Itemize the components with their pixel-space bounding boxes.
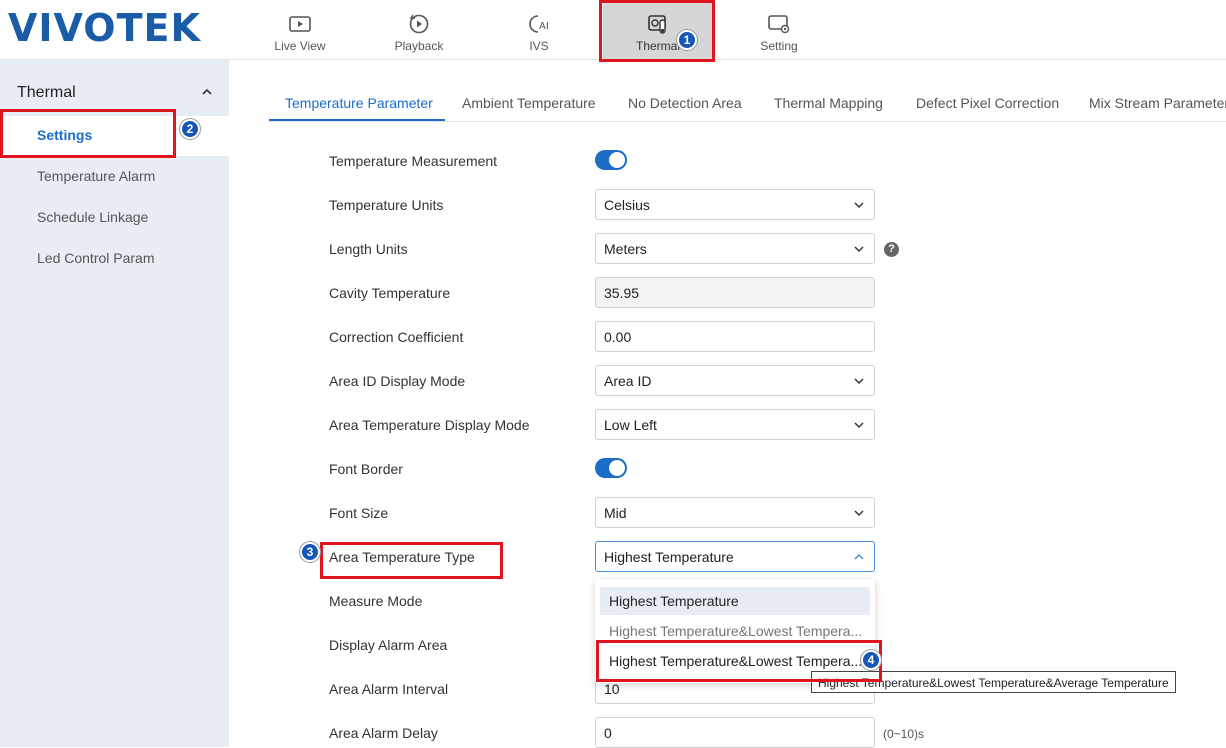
- length-units-value: Meters: [604, 241, 647, 257]
- tab-mix-stream-parameters[interactable]: Mix Stream Parameters: [1089, 80, 1226, 121]
- area-alarm-delay-label: Area Alarm Delay: [329, 725, 438, 741]
- area-temperature-type-select[interactable]: Highest Temperature: [595, 541, 875, 572]
- step-badge-2: 2: [180, 119, 200, 139]
- sidebar: Thermal Settings Temperature Alarm Sched…: [0, 60, 229, 747]
- nav-live-view-label: Live View: [274, 39, 326, 53]
- temperature-measurement-label: Temperature Measurement: [329, 153, 498, 169]
- chevron-up-icon: [854, 553, 864, 560]
- sidebar-item-led-control-param[interactable]: Led Control Param: [0, 239, 229, 279]
- area-temperature-display-mode-value: Low Left: [604, 417, 657, 433]
- sidebar-item-temperature-alarm[interactable]: Temperature Alarm: [0, 157, 229, 197]
- tab-defect-pixel-correction[interactable]: Defect Pixel Correction: [916, 80, 1059, 121]
- correction-coefficient-value: 0.00: [604, 329, 632, 345]
- help-icon[interactable]: ?: [884, 242, 899, 257]
- temperature-units-select[interactable]: Celsius: [595, 189, 875, 220]
- chevron-down-icon: [854, 202, 864, 209]
- measure-mode-label: Measure Mode: [329, 593, 423, 609]
- cavity-temperature-field: 35.95: [595, 277, 875, 308]
- area-alarm-interval-value: 10: [604, 681, 620, 697]
- nav-setting-label: Setting: [760, 39, 798, 53]
- temperature-units-value: Celsius: [604, 197, 650, 213]
- font-size-label: Font Size: [329, 505, 389, 521]
- setting-icon: [768, 15, 790, 34]
- area-alarm-interval-label: Area Alarm Interval: [329, 681, 449, 697]
- step-badge-4: 4: [861, 650, 881, 670]
- live-view-icon: [289, 16, 311, 32]
- cavity-temperature-label: Cavity Temperature: [329, 285, 451, 301]
- tab-ambient-temperature[interactable]: Ambient Temperature: [462, 80, 596, 121]
- highlight-box-thermal-nav: [599, 0, 715, 62]
- tab-temperature-parameter[interactable]: Temperature Parameter: [269, 80, 445, 121]
- correction-coefficient-label: Correction Coefficient: [329, 329, 464, 345]
- font-border-toggle[interactable]: [595, 458, 627, 478]
- highlight-box-option: [596, 640, 882, 682]
- toggle-knob: [609, 152, 625, 168]
- area-temperature-display-mode-select[interactable]: Low Left: [595, 409, 875, 440]
- chevron-up-icon: [202, 88, 212, 95]
- sidebar-item-schedule-linkage[interactable]: Schedule Linkage: [0, 198, 229, 238]
- sidebar-item-label: Temperature Alarm: [37, 168, 156, 184]
- ai-icon: AI: [529, 15, 549, 33]
- temperature-units-label: Temperature Units: [329, 197, 444, 213]
- tab-bar: Temperature Parameter Ambient Temperatur…: [269, 80, 1226, 122]
- chevron-down-icon: [854, 422, 864, 429]
- sidebar-item-label: Led Control Param: [37, 250, 155, 266]
- area-alarm-delay-input[interactable]: 0: [595, 717, 875, 748]
- sidebar-section-title: Thermal: [17, 84, 76, 101]
- tab-thermal-mapping[interactable]: Thermal Mapping: [774, 80, 883, 121]
- nav-ivs[interactable]: AI IVS: [484, 0, 594, 60]
- vivotek-logo: VIVOTEK: [8, 6, 201, 50]
- area-id-display-mode-label: Area ID Display Mode: [329, 373, 466, 389]
- nav-live-view[interactable]: Live View: [245, 0, 355, 60]
- toggle-knob: [609, 460, 625, 476]
- chevron-down-icon: [854, 378, 864, 385]
- sidebar-item-label: Schedule Linkage: [37, 209, 149, 225]
- highlight-box-settings: [0, 109, 176, 158]
- highlight-box-area-temperature-type: [320, 542, 503, 579]
- area-alarm-delay-value: 0: [604, 725, 612, 741]
- area-id-display-mode-value: Area ID: [604, 373, 652, 389]
- step-badge-3: 3: [300, 542, 320, 562]
- step-badge-1: 1: [677, 30, 697, 50]
- dropdown-option-highest[interactable]: Highest Temperature: [600, 587, 870, 615]
- length-units-label: Length Units: [329, 241, 408, 257]
- area-id-display-mode-select[interactable]: Area ID: [595, 365, 875, 396]
- area-alarm-delay-range-hint: (0~10)s: [883, 727, 925, 741]
- display-alarm-area-label: Display Alarm Area: [329, 637, 448, 653]
- temperature-measurement-toggle[interactable]: [595, 150, 627, 170]
- sidebar-section-thermal[interactable]: Thermal: [0, 75, 229, 111]
- font-border-label: Font Border: [329, 461, 403, 477]
- font-size-select[interactable]: Mid: [595, 497, 875, 528]
- nav-playback[interactable]: Playback: [364, 0, 474, 60]
- svg-text:AI: AI: [539, 21, 549, 32]
- font-size-value: Mid: [604, 505, 627, 521]
- correction-coefficient-input[interactable]: 0.00: [595, 321, 875, 352]
- nav-playback-label: Playback: [394, 39, 444, 53]
- area-temperature-display-mode-label: Area Temperature Display Mode: [329, 417, 530, 433]
- nav-ivs-label: IVS: [529, 39, 549, 53]
- chevron-down-icon: [854, 510, 864, 517]
- area-temperature-type-value: Highest Temperature: [604, 549, 734, 565]
- nav-setting[interactable]: Setting: [724, 0, 834, 60]
- playback-icon: [409, 14, 429, 34]
- tab-no-detection-area[interactable]: No Detection Area: [628, 80, 742, 121]
- length-units-select[interactable]: Meters: [595, 233, 875, 264]
- chevron-down-icon: [854, 246, 864, 253]
- cavity-temperature-value: 35.95: [604, 285, 640, 301]
